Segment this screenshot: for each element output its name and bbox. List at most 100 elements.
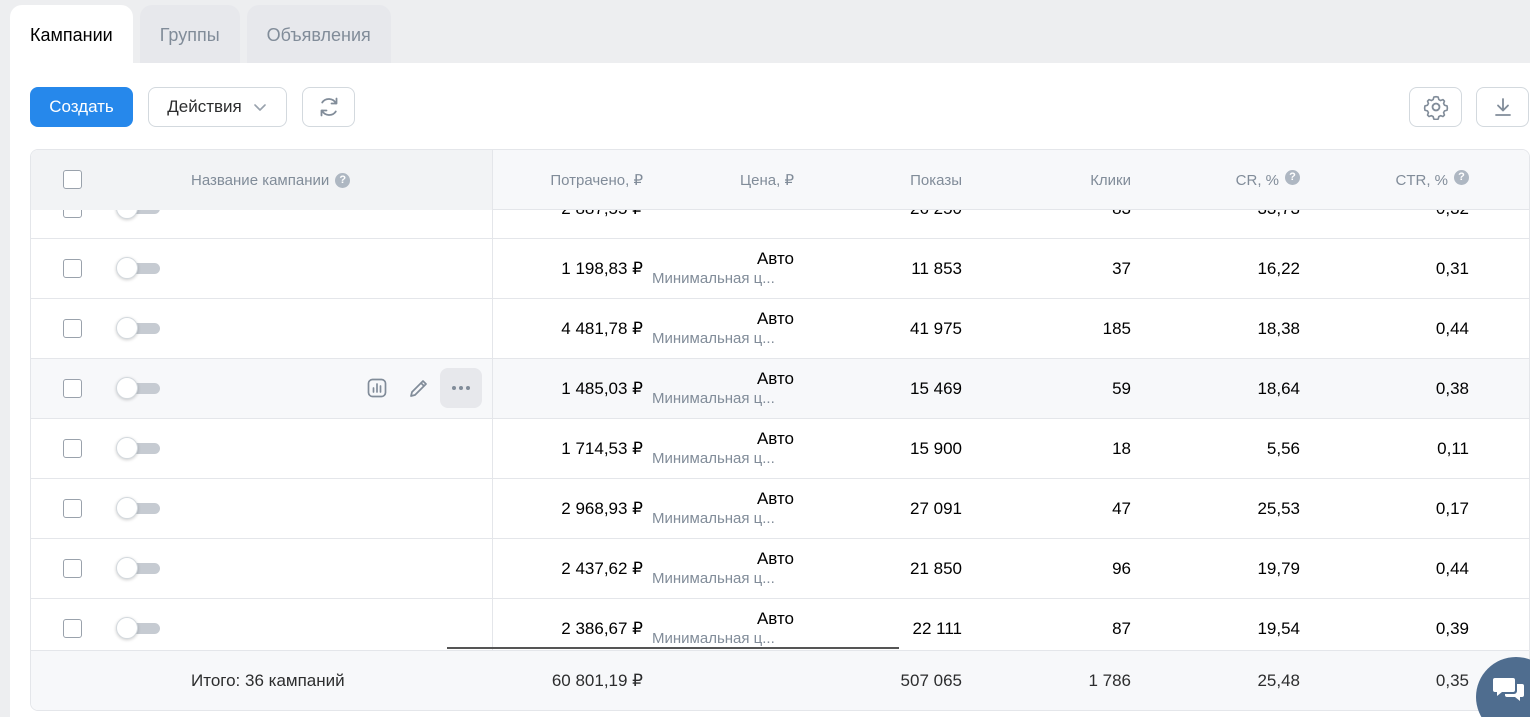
campaign-toggle[interactable] [116,497,160,519]
row-sticky-cell [31,210,493,238]
cell-clicks: 87 [1112,618,1131,638]
column-header-clicks[interactable]: Клики [1090,150,1131,210]
column-header-ctr[interactable]: CTR, % ? [1396,150,1469,210]
chevron-down-icon [253,104,266,111]
column-header-name[interactable]: Название кампании ? [191,150,351,210]
price-mode: Авто [756,549,794,568]
row-checkbox[interactable] [63,499,82,518]
horizontal-scrollbar[interactable] [447,647,899,649]
column-header-cr[interactable]: CR, % ? [1236,150,1300,210]
cell-clicks: 47 [1112,498,1131,518]
price-mode: Авто [756,369,794,388]
row-checkbox[interactable] [63,619,82,638]
price-mode: Авто [756,309,794,328]
campaign-toggle[interactable] [116,257,160,279]
bar-chart-icon [367,378,387,398]
tab-ads[interactable]: Объявления [246,5,391,65]
row-checkbox[interactable] [63,210,82,218]
totals-spent: 60 801,19 ₽ [551,671,643,690]
cell-price: Авто Минимальная ц... [644,609,794,649]
totals-ctr: 0,35 [1435,671,1469,690]
refresh-icon [320,97,337,117]
price-mode: Авто [756,429,794,448]
price-strategy: Минимальная ц... [652,330,775,347]
column-header-spent[interactable]: Потрачено, ₽ [550,150,643,210]
cell-spent: 2 386,67 ₽ [561,618,643,638]
tab-groups[interactable]: Группы [139,5,240,65]
table-row[interactable]: Забирай подарки на 2400₽ 2 437,62 ₽ Авто… [31,539,1529,599]
row-checkbox[interactable] [63,259,82,278]
row-checkbox[interactable] [63,319,82,338]
help-icon[interactable]: ? [335,172,351,188]
totals-cr: 25,48 [1257,671,1300,690]
cell-price: Авто Минимальная ц... [644,429,794,469]
cell-spent: 1 198,83 ₽ [561,258,643,278]
cell-ctr: 0,17 [1435,498,1469,518]
row-checkbox[interactable] [63,439,82,458]
edit-button[interactable] [398,368,440,408]
cell-ctr: 0,39 [1435,618,1469,638]
actions-dropdown[interactable]: Действия [148,87,287,127]
table-footer: Итого: 36 кампаний 60 801,19 ₽ 507 065 1… [31,650,1529,710]
column-header-name-label: Название кампании [191,171,330,189]
campaign-toggle[interactable] [116,317,160,339]
stats-button[interactable] [356,368,398,408]
table-row[interactable]: Новый талантливый мастер 4 481,78 ₽ Авто… [31,299,1529,359]
cell-ctr: 0,44 [1435,318,1469,338]
campaigns-table: Название кампании ? Потрачено, ₽ Цена, ₽… [30,149,1530,711]
table-row[interactable]: Привет, друзья! Мы рады сообщить 2 386,6… [31,599,1529,652]
cell-clicks: 96 [1112,558,1131,578]
campaign-toggle[interactable] [116,437,160,459]
create-button[interactable]: Создать [30,87,133,127]
cell-spent: 2 437,62 ₽ [561,558,643,578]
select-all-checkbox[interactable] [63,170,82,189]
row-checkbox[interactable] [63,379,82,398]
cell-impressions: 15 900 [910,438,962,458]
help-icon[interactable]: ? [1454,169,1469,185]
cell-cr: 19,54 [1257,618,1300,638]
more-button[interactable] [440,368,482,408]
table-row[interactable]: Новый образ ждет 1 485,03 ₽ Авто Минимал… [31,359,1529,419]
table-row[interactable]: Забирай подарки на 1900₽ 1 714,53 ₽ Авто… [31,419,1529,479]
table-settings-button[interactable] [1409,87,1462,127]
table-header: Название кампании ? Потрачено, ₽ Цена, ₽… [31,150,1529,210]
cell-spent: 1 714,53 ₽ [561,438,643,458]
campaign-toggle[interactable] [116,377,160,399]
cell-impressions: 41 975 [910,318,962,338]
table-row[interactable]: Скоро выпускной? 1 198,83 ₽ Авто Минимал… [31,239,1529,299]
cell-spent: 2 968,93 ₽ [561,498,643,518]
row-sticky-cell [31,599,493,652]
pencil-icon [410,380,427,397]
column-header-cr-label: CR, % [1235,171,1279,189]
row-sticky-cell [31,539,493,598]
price-mode: Авто [756,489,794,508]
cell-clicks: 59 [1112,378,1131,398]
download-icon [1494,98,1511,116]
cell-impressions: 27 091 [910,498,962,518]
row-checkbox[interactable] [63,559,82,578]
tab-campaigns[interactable]: Кампании [10,5,133,65]
cell-ctr: 0,38 [1435,378,1469,398]
price-strategy: Минимальная ц... [652,450,775,467]
campaign-toggle[interactable] [116,617,160,639]
price-strategy: Минимальная ц... [652,510,775,527]
cell-price: Авто Минимальная ц... [644,309,794,349]
table-body: Мечтаете об идеальном образе? 2 887,55 ₽… [31,210,1529,652]
cell-impressions: 11 853 [911,258,962,278]
totals-clicks: 1 786 [1088,671,1131,690]
column-header-impressions[interactable]: Показы [910,150,962,210]
refresh-button[interactable] [302,87,355,127]
table-rows: Мечтаете об идеальном образе? 2 887,55 ₽… [31,210,1529,652]
row-sticky-cell [31,479,493,538]
campaign-toggle[interactable] [116,557,160,579]
download-button[interactable] [1476,87,1529,127]
table-row[interactable]: Забирай подарки на 1900₽ 2 2 968,93 ₽ Ав… [31,479,1529,539]
cell-price: Авто Минимальная ц... [644,369,794,409]
table-row[interactable]: Мечтаете об идеальном образе? 2 887,55 ₽… [31,210,1529,239]
campaign-toggle[interactable] [116,210,160,219]
campaign-tabs: Кампании Группы Объявления [10,5,398,65]
cell-spent: 1 485,03 ₽ [561,378,643,398]
help-icon[interactable]: ? [1285,169,1300,185]
column-header-price[interactable]: Цена, ₽ [740,150,794,210]
cell-ctr: 0,44 [1435,558,1469,578]
